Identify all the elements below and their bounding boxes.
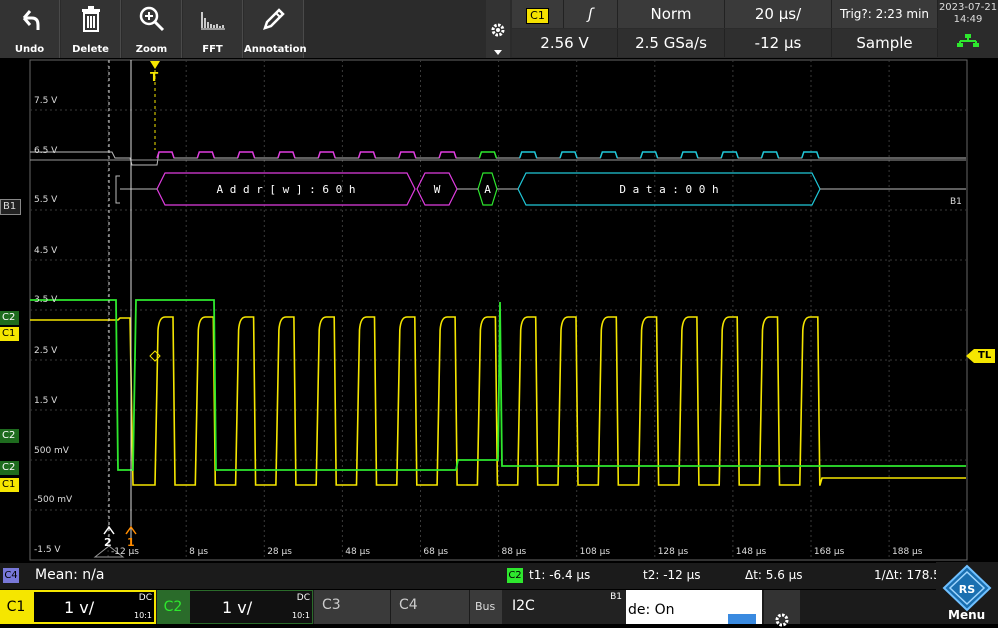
y-axis-label: 5.5 V [34, 195, 58, 205]
decode-w-label: W [433, 183, 441, 196]
mean-readout: Mean: n/a [35, 567, 105, 583]
x-axis-label: 148 µs [735, 547, 767, 557]
cursor-t1: t1: -6.4 µs [529, 568, 591, 582]
c1-scale: 1 v/ [64, 598, 95, 617]
gear-icon [775, 613, 789, 627]
cursor-delta-t: Δt: 5.6 µs [745, 568, 803, 582]
c2-tag-top[interactable]: C2 [0, 311, 20, 325]
c2-tag-mid[interactable]: C2 [0, 429, 20, 443]
y-axis-label: 7.5 V [34, 96, 58, 106]
decode-toggle-label: de: On [628, 602, 675, 618]
y-axis-label: 6.5 V [34, 146, 58, 156]
c4-label: C4 [399, 597, 418, 613]
c1-tag-top[interactable]: C1 [0, 327, 20, 341]
bus-settings[interactable]: I2C B1 [502, 590, 626, 624]
c1-tag-low[interactable]: C1 [0, 478, 20, 492]
measurement-bar: C4 Mean: n/a C2 t1: -6.4 µs t2: -12 µs Δ… [0, 563, 998, 589]
c3-label: C3 [322, 597, 341, 613]
c3-channel-button[interactable]: C3 [314, 590, 390, 624]
y-axis-label: 4.5 V [34, 246, 58, 256]
bus-label: Bus [475, 600, 496, 613]
y-axis-label: -500 mV [34, 495, 73, 505]
c2-scale: 1 v/ [222, 598, 253, 617]
bus-tag-right: B1 [950, 197, 962, 207]
decode-ack-label: A [484, 183, 491, 196]
x-axis-label: 48 µs [345, 547, 371, 557]
x-axis-label: 28 µs [267, 547, 292, 557]
cursor-source-badge[interactable]: C2 [507, 568, 523, 583]
cursor-inverse-delta: 1/Δt: 178.571 k [874, 568, 944, 582]
c2-probe: 10:1 [292, 611, 310, 620]
c2-settings[interactable]: 1 v/ DC 10:1 [189, 590, 313, 624]
waveform-display[interactable]: T 2 1 [0, 0, 998, 562]
c2-coupling: DC [296, 593, 310, 603]
c4-channel-button[interactable]: C4 [391, 590, 469, 624]
bus-protocol: I2C [512, 598, 535, 614]
x-axis-label: 88 µs [501, 547, 527, 557]
svg-text:RS: RS [959, 583, 975, 596]
y-axis-label: 500 mV [34, 446, 69, 456]
c1-probe: 10:1 [134, 611, 152, 620]
cursor-t2: t2: -12 µs [643, 568, 701, 582]
c1-coupling: DC [138, 593, 152, 603]
bus-id: B1 [610, 592, 622, 602]
bus-channel-button[interactable]: Bus [470, 590, 502, 624]
x-axis-label: 128 µs [657, 547, 689, 557]
y-axis-label: 3.5 V [34, 295, 58, 305]
x-axis-label: -12 µs [111, 547, 139, 557]
y-axis-label: -1.5 V [34, 545, 61, 555]
x-axis-label: 168 µs [813, 547, 845, 557]
x-axis-label: 8 µs [189, 547, 209, 557]
x-axis-label: 108 µs [579, 547, 611, 557]
menu-button[interactable]: RS Menu [936, 562, 998, 624]
c2-tag-low[interactable]: C2 [0, 461, 20, 475]
c1-channel-button[interactable]: C1 [0, 590, 32, 624]
decode-addr-label: A d d r [ w ] : 6 0 h [216, 183, 356, 196]
y-axis-label: 1.5 V [34, 396, 58, 406]
c1-settings[interactable]: 1 v/ DC 10:1 [32, 590, 156, 624]
decode-data-label: D a t a : 0 0 h [619, 183, 719, 196]
y-axis-label: 2.5 V [34, 346, 58, 356]
rs-logo-icon: RS [942, 564, 992, 612]
x-axis-label: 68 µs [423, 547, 449, 557]
measure-source-badge[interactable]: C4 [3, 568, 19, 583]
decode-toggle[interactable]: de: On [626, 590, 762, 624]
bus-tag-left[interactable]: B1 [0, 199, 22, 215]
menu-label: Menu [948, 608, 986, 622]
c2-channel-button[interactable]: C2 [157, 590, 189, 624]
x-axis-label: 188 µs [892, 547, 923, 557]
toggle-switch[interactable] [728, 614, 756, 624]
settings-button[interactable] [764, 590, 800, 627]
